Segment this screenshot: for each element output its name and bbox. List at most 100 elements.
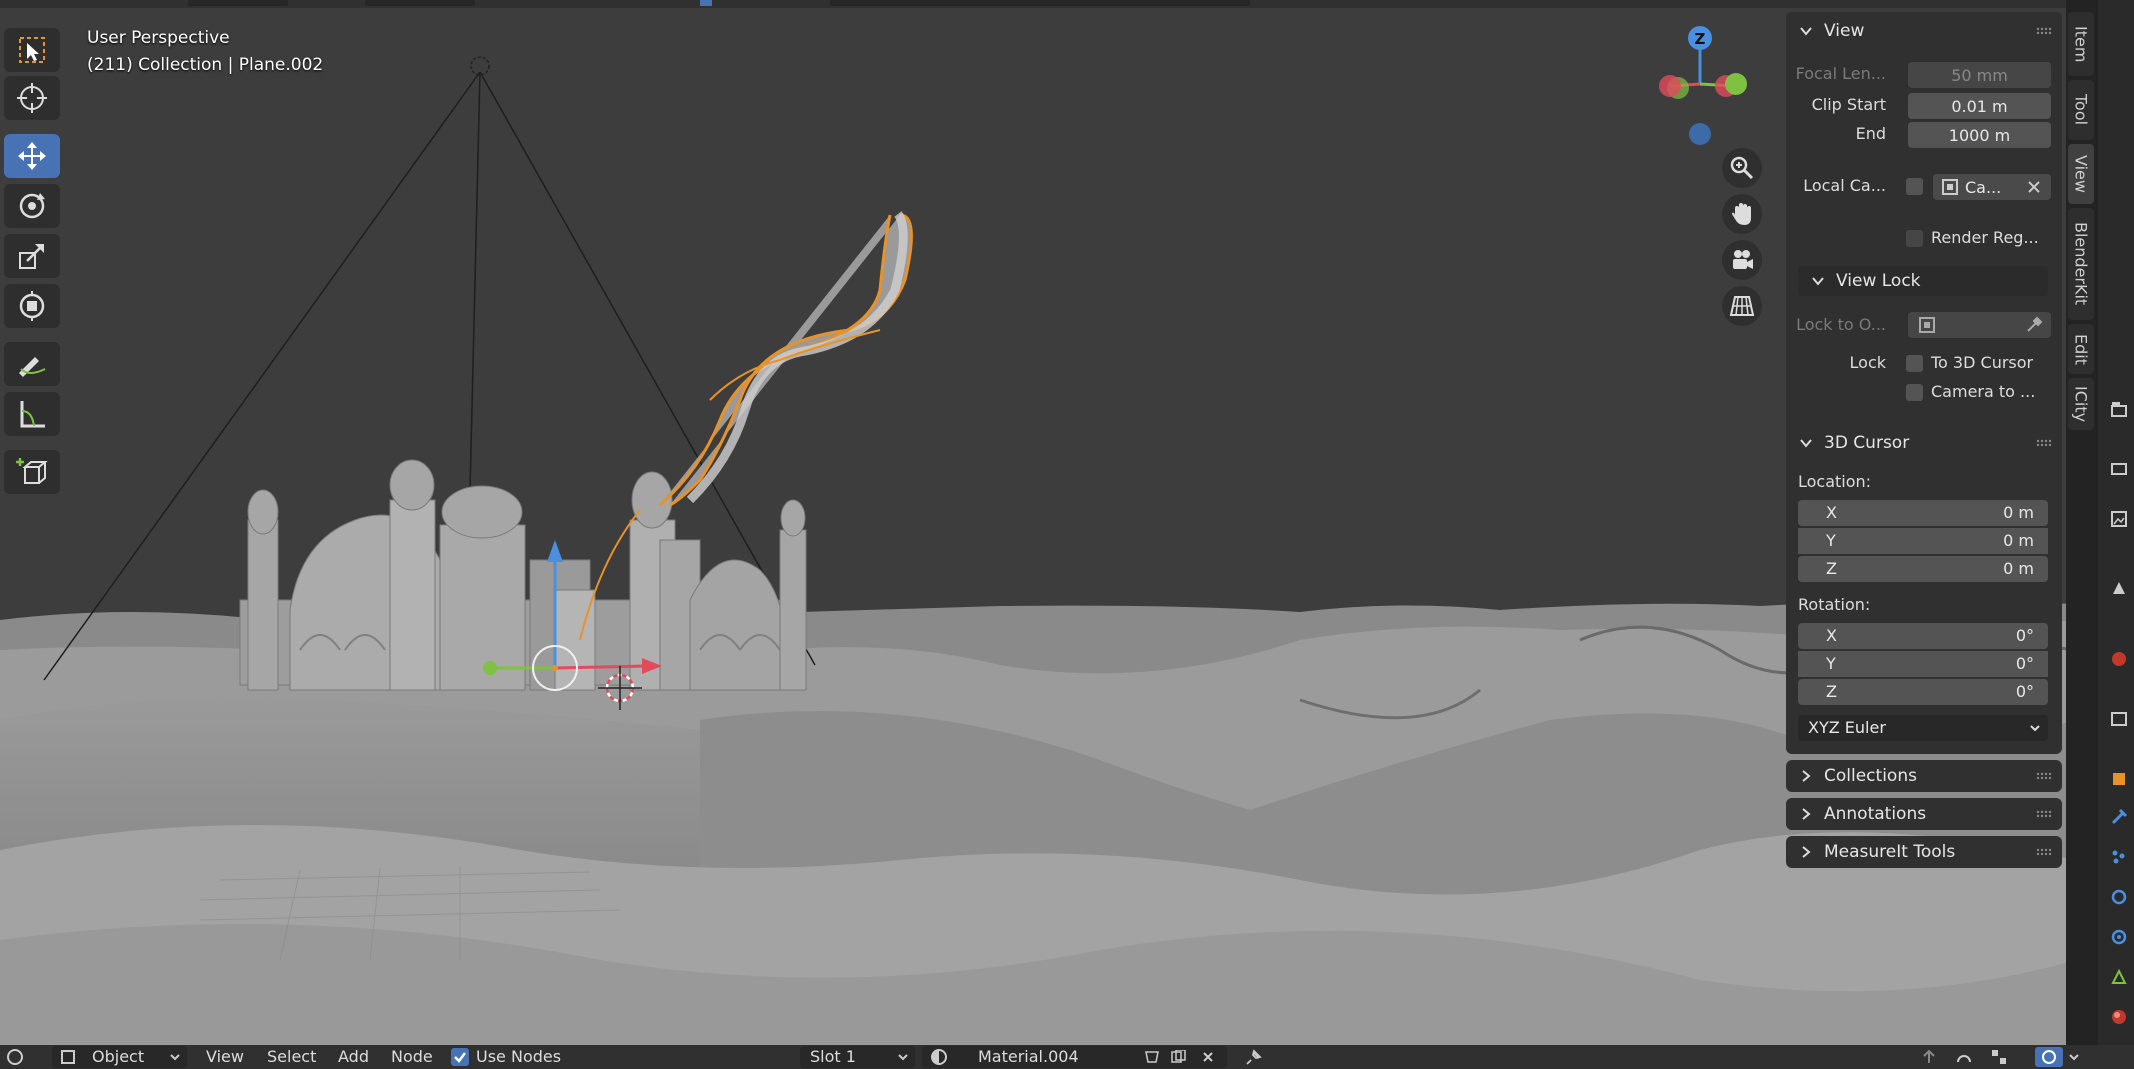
- camera-to-view-checkbox[interactable]: [1906, 384, 1923, 401]
- annotations-title: Annotations: [1824, 804, 1927, 824]
- eyedropper-icon[interactable]: [2025, 316, 2043, 334]
- tab-tool-label: Tool: [2071, 94, 2091, 126]
- arrow-up-icon[interactable]: [1920, 1048, 1938, 1066]
- rotate-tool[interactable]: [4, 184, 60, 228]
- location-z-field[interactable]: Z 0 m: [1798, 556, 2048, 582]
- drag-grip-icon[interactable]: [2036, 439, 2052, 447]
- local-camera-checkbox[interactable]: [1906, 178, 1923, 195]
- menu-view[interactable]: View: [206, 1047, 244, 1066]
- measureit-tools-title: MeasureIt Tools: [1824, 842, 1956, 862]
- material-selector[interactable]: Material.004: [922, 1046, 1227, 1068]
- object-properties-icon[interactable]: [2110, 770, 2128, 788]
- local-camera-field[interactable]: Ca...: [1933, 174, 2051, 200]
- node-arrange-icon[interactable]: [1990, 1048, 2008, 1066]
- measure-tool[interactable]: [4, 392, 60, 436]
- collection-properties-icon[interactable]: [2110, 710, 2128, 728]
- rotation-z-field[interactable]: Z 0°: [1798, 679, 2048, 705]
- zoom-button[interactable]: [1722, 148, 1762, 188]
- drag-grip-icon[interactable]: [2036, 27, 2052, 35]
- select-box-tool[interactable]: [4, 28, 60, 72]
- physics-properties-icon[interactable]: [2110, 888, 2128, 906]
- navigation-gizmo[interactable]: Z: [1640, 22, 1760, 152]
- use-nodes-checkbox[interactable]: [451, 1048, 469, 1066]
- constraints-properties-icon[interactable]: [2110, 928, 2128, 946]
- menu-node[interactable]: Node: [391, 1047, 433, 1066]
- tab-blenderkit[interactable]: BlenderKit: [2068, 208, 2094, 320]
- view-lock-subpanel-header[interactable]: View Lock: [1798, 266, 2048, 296]
- fake-user-icon[interactable]: [1144, 1050, 1160, 1064]
- rotation-label: Rotation:: [1798, 595, 1871, 614]
- chevron-down-icon[interactable]: [2068, 1051, 2080, 1063]
- tab-blenderkit-label: BlenderKit: [2071, 222, 2091, 306]
- clip-end-field[interactable]: 1000 m: [1908, 122, 2051, 148]
- move-tool[interactable]: [4, 134, 60, 178]
- view-panel-header[interactable]: View: [1786, 12, 2062, 50]
- collections-panel[interactable]: Collections: [1786, 760, 2062, 792]
- particles-properties-icon[interactable]: [2110, 848, 2128, 866]
- close-icon[interactable]: [2027, 180, 2041, 194]
- camera-object-icon: [1942, 179, 1958, 195]
- lock-to-object-field[interactable]: [1908, 312, 2051, 338]
- tab-edit[interactable]: Edit: [2068, 324, 2094, 374]
- 3d-cursor-panel-header[interactable]: 3D Cursor: [1786, 424, 2062, 462]
- menu-select[interactable]: Select: [267, 1047, 316, 1066]
- drag-grip-icon[interactable]: [2036, 810, 2052, 818]
- sidebar-n-panel: View Focal Len... 50 mm Clip Start 0.01 …: [1785, 0, 2064, 1045]
- scene-properties-icon[interactable]: [2110, 580, 2128, 598]
- annotate-tool[interactable]: [4, 342, 60, 386]
- 3d-viewport[interactable]: User Perspective (211) Collection | Plan…: [0, 0, 2076, 1045]
- clip-start-field[interactable]: 0.01 m: [1908, 93, 2051, 119]
- slot-dropdown[interactable]: Slot 1: [800, 1046, 915, 1068]
- material-properties-icon[interactable]: [2110, 1008, 2128, 1026]
- rotation-x-field[interactable]: X 0°: [1798, 623, 2048, 649]
- perspective-toggle-button[interactable]: [1722, 286, 1762, 326]
- view-lock-title: View Lock: [1836, 271, 1921, 291]
- tab-icity[interactable]: ICity: [2068, 378, 2094, 430]
- drag-grip-icon[interactable]: [2036, 772, 2052, 780]
- transform-tool[interactable]: [4, 284, 60, 328]
- annotate-icon: [19, 357, 46, 377]
- overlay-toggle-icon[interactable]: [2035, 1047, 2063, 1067]
- axis-label: Y: [1826, 654, 1836, 673]
- tab-tool[interactable]: Tool: [2068, 80, 2094, 140]
- tab-edit-label: Edit: [2071, 333, 2091, 365]
- output-properties-icon[interactable]: [2110, 510, 2128, 528]
- add-cube-tool[interactable]: [4, 450, 60, 494]
- tab-item[interactable]: Item: [2068, 12, 2094, 76]
- material-value: Material.004: [978, 1047, 1079, 1066]
- render-region-checkbox[interactable]: [1906, 230, 1923, 247]
- chevron-down-icon: [1812, 277, 1824, 286]
- duplicate-icon[interactable]: [1170, 1050, 1186, 1064]
- modifier-properties-icon[interactable]: [2110, 808, 2128, 826]
- field-value: 0 m: [2003, 503, 2034, 522]
- zoom-icon: [1730, 156, 1754, 180]
- location-y-field[interactable]: Y 0 m: [1798, 528, 2048, 554]
- render-properties-icon[interactable]: [2110, 460, 2128, 478]
- tool-properties-icon[interactable]: [2110, 400, 2128, 418]
- chevron-down-icon: [1800, 439, 1812, 448]
- rotation-y-field[interactable]: Y 0°: [1798, 651, 2048, 677]
- axis-label: Z: [1826, 682, 1837, 701]
- mode-dropdown[interactable]: Object: [52, 1046, 187, 1068]
- chevron-down-icon: [1800, 27, 1812, 36]
- world-properties-icon[interactable]: [2110, 650, 2128, 668]
- location-x-field[interactable]: X 0 m: [1798, 500, 2048, 526]
- camera-icon: [1733, 250, 1753, 269]
- close-icon[interactable]: [1202, 1051, 1214, 1063]
- data-properties-icon[interactable]: [2110, 968, 2128, 986]
- camera-view-button[interactable]: [1722, 240, 1762, 280]
- drag-grip-icon[interactable]: [2036, 848, 2052, 856]
- scale-tool[interactable]: [4, 234, 60, 278]
- snap-icon[interactable]: [1955, 1048, 1973, 1066]
- lock-to-3d-cursor-checkbox[interactable]: [1906, 355, 1923, 372]
- scale-icon: [19, 244, 44, 269]
- menu-add[interactable]: Add: [338, 1047, 369, 1066]
- pin-icon[interactable]: [1245, 1048, 1263, 1066]
- pan-button[interactable]: [1722, 194, 1762, 234]
- editor-type-icon[interactable]: [6, 1048, 26, 1066]
- tab-view[interactable]: View: [2068, 144, 2094, 204]
- cursor-tool[interactable]: [4, 76, 60, 120]
- annotations-panel[interactable]: Annotations: [1786, 798, 2062, 830]
- rotation-mode-dropdown[interactable]: XYZ Euler: [1798, 715, 2048, 741]
- measureit-tools-panel[interactable]: MeasureIt Tools: [1786, 836, 2062, 868]
